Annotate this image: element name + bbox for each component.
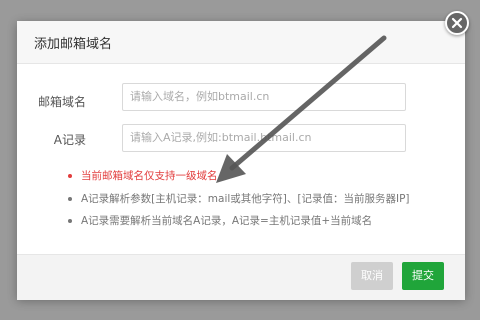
close-icon: [451, 17, 463, 29]
bullet-icon: [68, 219, 72, 223]
add-mail-domain-dialog: 添加邮箱域名 邮箱域名 请输入域名，例如btmail.cn A记录 请输入A记录…: [17, 21, 465, 300]
a-record-label: A记录: [53, 133, 86, 147]
note-item: A记录解析参数[主机记录：mail或其他字符]、[记录值：当前服务器IP]: [68, 191, 410, 206]
bullet-icon: [68, 174, 72, 178]
dialog-footer: 取消 提交: [17, 254, 465, 300]
note-item: A记录需要解析当前域名A记录，A记录=主机记录值+当前域名: [68, 213, 372, 228]
bullet-icon: [68, 197, 72, 201]
domain-label: 邮箱域名: [37, 95, 86, 109]
dialog-title: 添加邮箱域名: [34, 37, 113, 52]
cancel-button[interactable]: 取消: [351, 262, 393, 290]
close-button[interactable]: [445, 11, 469, 35]
note-warning: 当前邮箱域名仅支持一级域名: [68, 168, 218, 183]
note-text: A记录解析参数[主机记录：mail或其他字符]、[记录值：当前服务器IP]: [81, 193, 410, 205]
note-text: A记录需要解析当前域名A记录，A记录=主机记录值+当前域名: [81, 215, 373, 227]
dialog-header: 添加邮箱域名: [17, 21, 465, 64]
domain-input[interactable]: 请输入域名，例如btmail.cn: [122, 83, 406, 111]
submit-button[interactable]: 提交: [402, 262, 444, 290]
a-record-input[interactable]: 请输入A记录,例如:btmail.btmail.cn: [122, 124, 406, 152]
note-text: 当前邮箱域名仅支持一级域名: [81, 170, 218, 182]
